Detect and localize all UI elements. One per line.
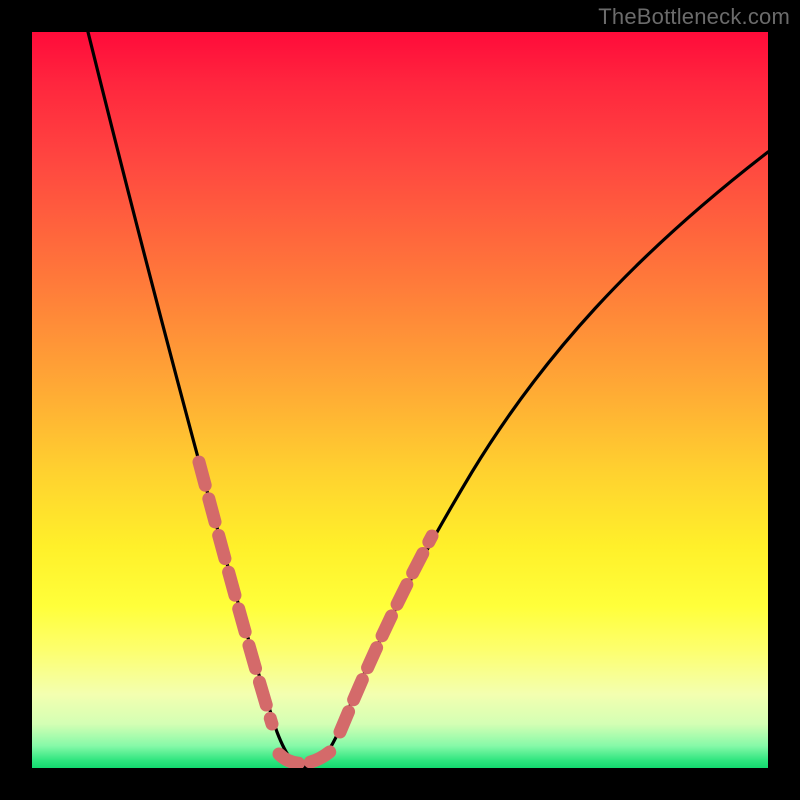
highlight-left-flank bbox=[199, 462, 272, 724]
highlight-right-flank bbox=[340, 536, 432, 732]
plot-area bbox=[32, 32, 768, 768]
chart-frame: TheBottleneck.com bbox=[0, 0, 800, 800]
watermark-text: TheBottleneck.com bbox=[598, 4, 790, 30]
bottleneck-curve bbox=[88, 32, 768, 767]
curve-layer bbox=[32, 32, 768, 768]
